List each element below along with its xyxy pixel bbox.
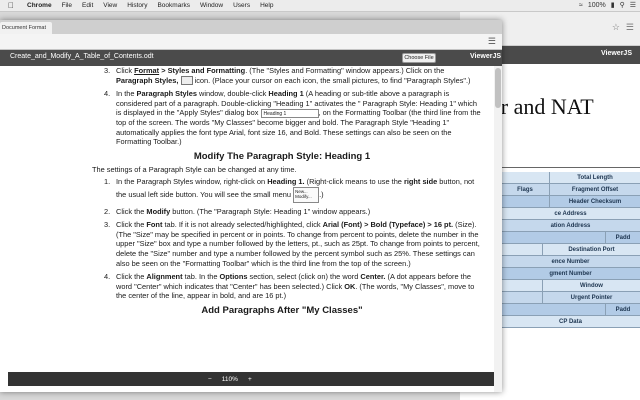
background-viewerjs-label: ViewerJS	[600, 50, 632, 57]
header-table-row: gment Number	[500, 268, 640, 280]
menu-edit[interactable]: Edit	[77, 2, 98, 9]
header-table-cell: CP Data	[500, 316, 640, 328]
zoom-out-button[interactable]: −	[208, 376, 212, 383]
list-item: 1. In the Paragraph Styles window, right…	[82, 177, 482, 203]
tab-strip: Document Format	[0, 20, 502, 34]
vertical-scrollbar[interactable]	[494, 66, 502, 392]
header-table-cell: Window	[542, 280, 640, 292]
list-number: 2.	[104, 206, 111, 216]
status-area: ≈ 100% ▮ ⚲ ☰	[579, 0, 636, 12]
menu-users[interactable]: Users	[228, 2, 255, 9]
header-table-cell: ce Address	[500, 208, 640, 220]
list-number: 3.	[104, 220, 111, 230]
zoom-toolbar: − 110% +	[8, 372, 494, 386]
viewer-window: Document Format ☰ Create_and_Modify_A_Ta…	[0, 20, 502, 392]
header-table-cell: ation Address	[500, 220, 640, 232]
zoom-in-button[interactable]: +	[248, 376, 252, 383]
header-table-cell: Fragment Offset	[549, 184, 640, 196]
packet-header-table: Total Length Flags Fragment Offset Header C…	[500, 172, 640, 328]
header-table-cell: Padd	[605, 304, 640, 316]
background-toolbar-icons: ☆ ☰	[612, 22, 634, 33]
list-item: 4. Click the Alignment tab. In the Optio…	[104, 272, 475, 301]
intro-text: The settings of a Paragraph Style can be…	[92, 165, 297, 175]
header-table-row: Window	[500, 280, 640, 292]
zoom-level: 110%	[221, 375, 238, 383]
address-bar[interactable]: ☰	[0, 34, 502, 50]
menu-app-chrome[interactable]: Chrome	[22, 2, 57, 9]
scrollbar-thumb[interactable]	[495, 68, 501, 108]
list-icon[interactable]: ☰	[630, 0, 636, 12]
tab-document[interactable]: Document Format	[0, 22, 52, 34]
header-table-cell: Urgent Pointer	[542, 292, 640, 304]
menu-window[interactable]: Window	[195, 2, 228, 9]
choose-file-button[interactable]: Choose File	[402, 53, 436, 63]
list-item: 2. Click the Modify button. (The "Paragr…	[104, 206, 371, 216]
list-number: 4.	[104, 89, 111, 99]
viewer-toolbar: Create_and_Modify_A_Table_of_Contents.od…	[0, 50, 502, 66]
list-number: 3.	[104, 66, 111, 75]
menu-bookmarks[interactable]: Bookmarks	[152, 2, 195, 9]
header-table-row: Padd	[500, 232, 640, 244]
header-table-row: Header Checksum	[500, 196, 640, 208]
header-table-cell: gment Number	[500, 268, 640, 280]
header-table-row: Destination Port	[500, 244, 640, 256]
header-table-cell: Header Checksum	[549, 196, 640, 208]
apple-icon[interactable]: 	[0, 1, 22, 10]
hamburger-icon[interactable]: ☰	[488, 36, 496, 47]
battery-percent: 100%	[587, 2, 606, 9]
header-table-cell: Destination Port	[542, 244, 640, 256]
header-table-row: Total Length	[500, 172, 640, 184]
list-item: 3. Click Format > Styles and Formatting.…	[104, 66, 471, 86]
document-page[interactable]: 3. Click Format > Styles and Formatting.…	[82, 66, 482, 376]
header-table-row: ation Address	[500, 220, 640, 232]
section-heading: Modify The Paragraph Style: Heading 1	[193, 150, 371, 162]
header-table-cell: Flags	[500, 184, 549, 196]
mac-menubar:  Chrome File Edit View History Bookmark…	[0, 0, 640, 12]
wifi-icon[interactable]: ≈	[579, 0, 583, 12]
header-table-cell: Padd	[605, 232, 640, 244]
menu-history[interactable]: History	[122, 2, 152, 9]
header-table-row: CP Data	[500, 316, 640, 328]
header-table-row: ence Number	[500, 256, 640, 268]
menu-file[interactable]: File	[57, 2, 77, 9]
menu-view[interactable]: View	[98, 2, 122, 9]
search-icon[interactable]: ⚲	[620, 0, 625, 12]
context-menu-image: New... Modify...	[293, 186, 320, 203]
list-number: 4.	[104, 272, 111, 282]
header-table-cell: ence Number	[500, 256, 640, 268]
battery-icon[interactable]: ▮	[611, 0, 615, 12]
header-table-row: Urgent Pointer	[500, 292, 640, 304]
viewerjs-brand: ViewerJS	[470, 53, 502, 60]
section-heading: Add Paragraphs After "My Classes"	[201, 304, 363, 316]
menu-icon[interactable]: ☰	[626, 22, 634, 33]
menu-help[interactable]: Help	[255, 2, 278, 9]
list-item: 3. Click the Font tab. If it is not alre…	[104, 220, 480, 268]
document-filename: Create_and_Modify_A_Table_of_Contents.od…	[10, 53, 154, 60]
header-table-row: Flags Fragment Offset	[500, 184, 640, 196]
apply-styles-dropdown-image: Heading 1	[260, 108, 319, 118]
header-table-row: Padd	[500, 304, 640, 316]
header-table-row: ce Address	[500, 208, 640, 220]
paragraph-styles-icon	[180, 76, 193, 86]
bookmark-icon[interactable]: ☆	[612, 22, 620, 33]
list-number: 1.	[104, 176, 111, 186]
header-table-cell: Total Length	[549, 172, 640, 184]
list-item: 4. In the Paragraph Styles window, doubl…	[104, 89, 481, 147]
